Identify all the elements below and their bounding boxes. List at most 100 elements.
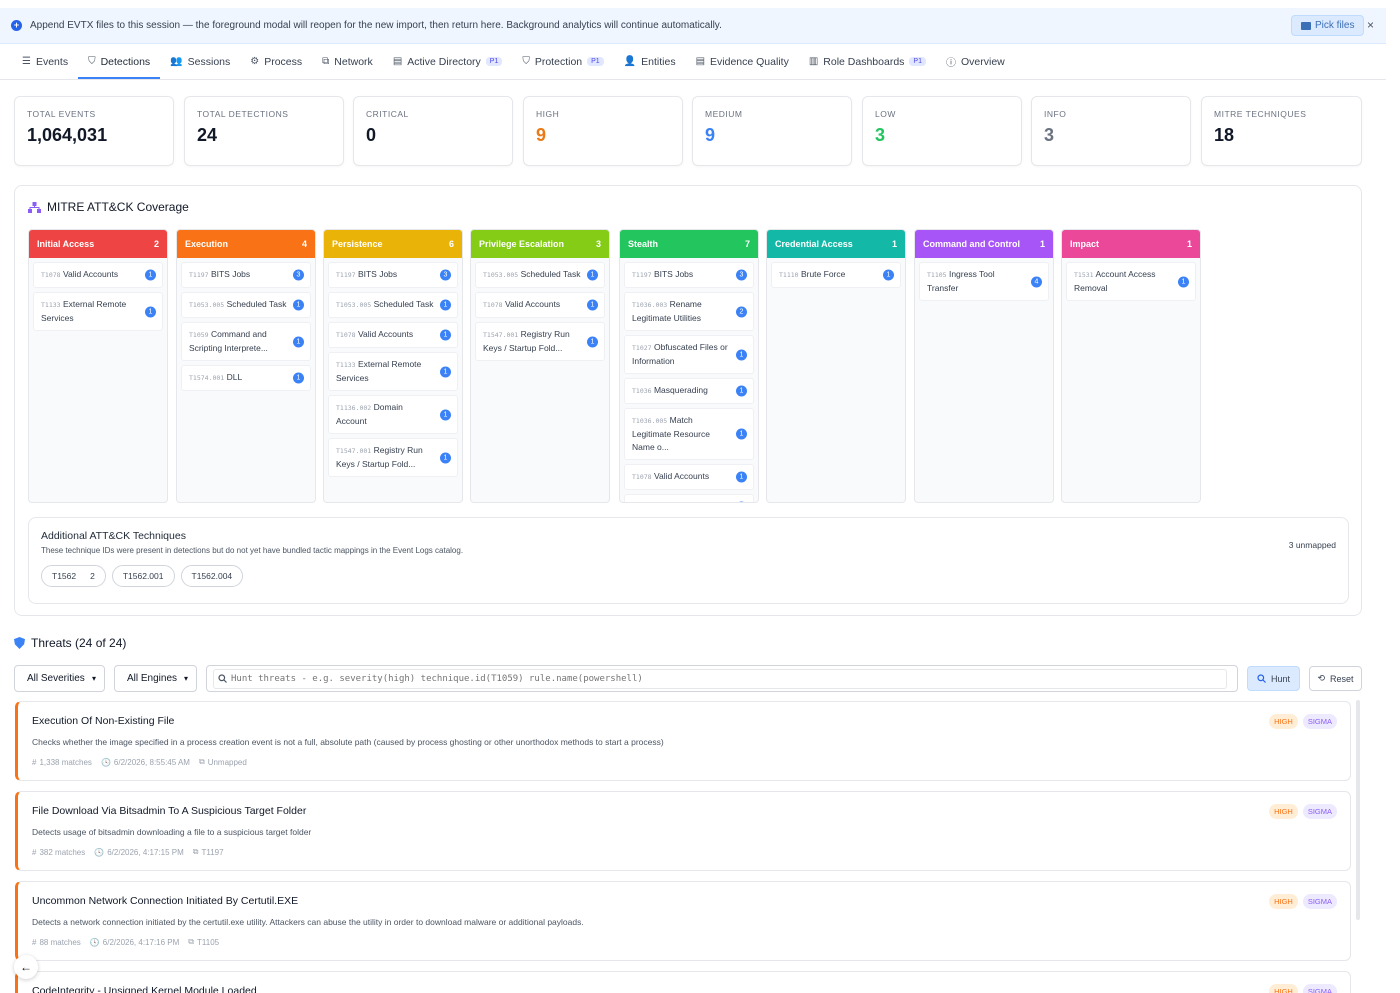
tab-protection[interactable]: ⛉ Protection P1: [512, 44, 613, 79]
technique-chip[interactable]: T1562.001: [111, 565, 175, 587]
tab-overview[interactable]: ⓘ Overview: [936, 44, 1015, 79]
tab-active-directory[interactable]: ▤ Active Directory P1: [383, 44, 513, 79]
tactic-header[interactable]: Execution 4: [177, 230, 315, 258]
technique-card[interactable]: T1547.001 Registry Run Keys / Startup Fo…: [475, 322, 605, 361]
list-icon: ☰: [22, 56, 31, 67]
tab-entities[interactable]: 👤 Entities: [614, 44, 686, 79]
match-count: #382 matches: [32, 848, 85, 857]
tab-events[interactable]: ☰ Events: [12, 44, 78, 79]
user-icon: 👤: [623, 56, 637, 67]
technique-card[interactable]: T1059 Command and Scripting Interprete..…: [181, 322, 311, 361]
technique-ref: ⧉ T1197: [193, 847, 224, 857]
tab-label: Network: [334, 55, 373, 68]
import-banner: + Append EVTX files to this session — th…: [0, 8, 1386, 44]
technique-card[interactable]: T1136.002 Domain Account 1: [328, 395, 458, 434]
tab-label: Events: [35, 55, 69, 68]
technique-card[interactable]: T1133 External Remote Services 1: [33, 292, 163, 331]
hunt-search-input[interactable]: [231, 673, 1211, 684]
threat-card[interactable]: Uncommon Network Connection Initiated By…: [15, 881, 1351, 961]
severity-select[interactable]: All Severities ▾: [14, 665, 105, 692]
threat-card[interactable]: File Download Via Bitsadmin To A Suspici…: [15, 791, 1351, 871]
technique-id: T1059: [189, 331, 209, 339]
technique-card[interactable]: T1078 Valid Accounts 1: [33, 262, 163, 288]
technique-card[interactable]: T1036 Masquerading 1: [624, 378, 754, 404]
technique-card[interactable]: T1078 Valid Accounts 1: [328, 322, 458, 348]
tab-process[interactable]: ⚙ Process: [240, 44, 312, 79]
technique-count-badge: 1: [145, 306, 156, 317]
tactic-header[interactable]: Impact 1: [1062, 230, 1200, 258]
engine-select[interactable]: All Engines ▾: [114, 665, 197, 692]
tactic-column: Stealth 7 T1197 BITS Jobs 3 T1036.003 Rename…: [619, 229, 759, 503]
tactic-header[interactable]: Credential Access 1: [767, 230, 905, 258]
reset-button[interactable]: ⟲ Reset: [1309, 666, 1362, 691]
network-icon: ⧉: [322, 56, 330, 67]
technique-card[interactable]: T1105 Ingress Tool Transfer 4: [919, 262, 1049, 301]
tab-label: Entities: [641, 55, 676, 68]
tab-label: Overview: [960, 55, 1005, 68]
close-icon[interactable]: ×: [1367, 18, 1374, 32]
technique-card[interactable]: T1133 External Remote Services 1: [328, 352, 458, 391]
technique-card[interactable]: T1531 Account Access Removal 1: [1066, 262, 1196, 301]
tactic-header[interactable]: Command and Control 1: [915, 230, 1053, 258]
stat-label: TOTAL EVENTS: [27, 109, 96, 119]
tactic-name: Initial Access: [37, 239, 95, 249]
technique-id: T1547.001: [483, 331, 519, 339]
chip-id: T1562.004: [191, 571, 233, 581]
tab-detections[interactable]: ⛉ Detections: [78, 44, 161, 79]
pick-files-button[interactable]: Pick files: [1291, 15, 1365, 36]
technique-card[interactable]: T1574.001 DLL1: [624, 494, 754, 502]
technique-card[interactable]: T1036.003 Rename Legitimate Utilities 2: [624, 292, 754, 331]
technique-count-badge: 3: [440, 269, 451, 281]
technique-card[interactable]: T1027 Obfuscated Files or Information 1: [624, 335, 754, 374]
technique-card[interactable]: T1053.005 Scheduled Task 1: [181, 292, 311, 318]
back-arrow-icon[interactable]: ←: [14, 955, 38, 979]
banner-message: Append EVTX files to this session — the …: [30, 20, 722, 31]
technique-card[interactable]: T1053.005 Scheduled Task 1: [328, 292, 458, 318]
tab-evidence-quality[interactable]: ▤ Evidence Quality: [686, 44, 799, 79]
timestamp-text: 6/2/2026, 8:55:45 AM: [113, 757, 190, 767]
tab-role-dashboards[interactable]: ▥ Role Dashboards P1: [799, 44, 936, 79]
technique-card[interactable]: T1197 BITS Jobs 3: [624, 262, 754, 288]
hunt-button[interactable]: Hunt: [1247, 666, 1300, 691]
timestamp: 🕓 6/2/2026, 8:55:45 AM: [101, 758, 190, 767]
technique-id: T1197: [632, 271, 652, 279]
stat-card: MEDIUM 9: [692, 96, 852, 166]
tactic-header[interactable]: Stealth 7: [620, 230, 758, 258]
technique-card[interactable]: T1574.001 DLL1: [181, 365, 311, 391]
technique-id: T1105: [927, 271, 947, 279]
threat-card[interactable]: Execution Of Non-Existing File Checks whe…: [15, 701, 1351, 781]
threat-tags: HIGH SIGMA: [1269, 804, 1337, 819]
severity-badge: HIGH: [1269, 894, 1298, 909]
technique-name: Scheduled Task: [226, 299, 287, 309]
technique-chip[interactable]: T1562 2: [41, 565, 106, 587]
technique-chip[interactable]: T1562.004: [180, 565, 244, 587]
tactic-header[interactable]: Privilege Escalation 3: [471, 230, 609, 258]
technique-card[interactable]: T1036.005 Match Legitimate Resource Name…: [624, 408, 754, 460]
technique-id: T1133: [336, 361, 356, 369]
tab-network[interactable]: ⧉ Network: [312, 44, 383, 79]
technique-card[interactable]: T1078 Valid Accounts 1: [475, 292, 605, 318]
technique-card[interactable]: T1053.005 Scheduled Task 1: [475, 262, 605, 288]
additional-description: These technique IDs were present in dete…: [41, 546, 464, 555]
technique-id: T1078: [336, 331, 356, 339]
tactic-header[interactable]: Initial Access 2: [29, 230, 167, 258]
threat-list-scrollbar[interactable]: [1356, 700, 1360, 920]
technique-name: Valid Accounts: [357, 329, 414, 339]
tactic-header[interactable]: Persistence 6: [324, 230, 462, 258]
tab-badge: P1: [587, 57, 604, 66]
technique-count-badge: 1: [736, 349, 747, 360]
technique-count-badge: 1: [293, 299, 304, 311]
directory-icon: ▤: [392, 56, 403, 67]
technique-card[interactable]: T1078 Valid Accounts 1: [624, 464, 754, 490]
tab-sessions[interactable]: 👥 Sessions: [160, 44, 240, 79]
threat-card[interactable]: CodeIntegrity - Unsigned Kernel Module L…: [15, 971, 1351, 993]
technique-card[interactable]: T1197 BITS Jobs 3: [181, 262, 311, 288]
technique-count-badge: 1: [440, 409, 451, 420]
technique-card[interactable]: T1110 Brute Force 1: [771, 262, 901, 288]
technique-card[interactable]: T1197 BITS Jobs 3: [328, 262, 458, 288]
chip-count: 2: [90, 571, 95, 581]
severity-select-value: All Severities: [27, 673, 85, 684]
technique-card[interactable]: T1547.001 Registry Run Keys / Startup Fo…: [328, 438, 458, 477]
technique-id: T1078: [41, 271, 61, 279]
chevron-down-icon: ▾: [183, 674, 188, 683]
